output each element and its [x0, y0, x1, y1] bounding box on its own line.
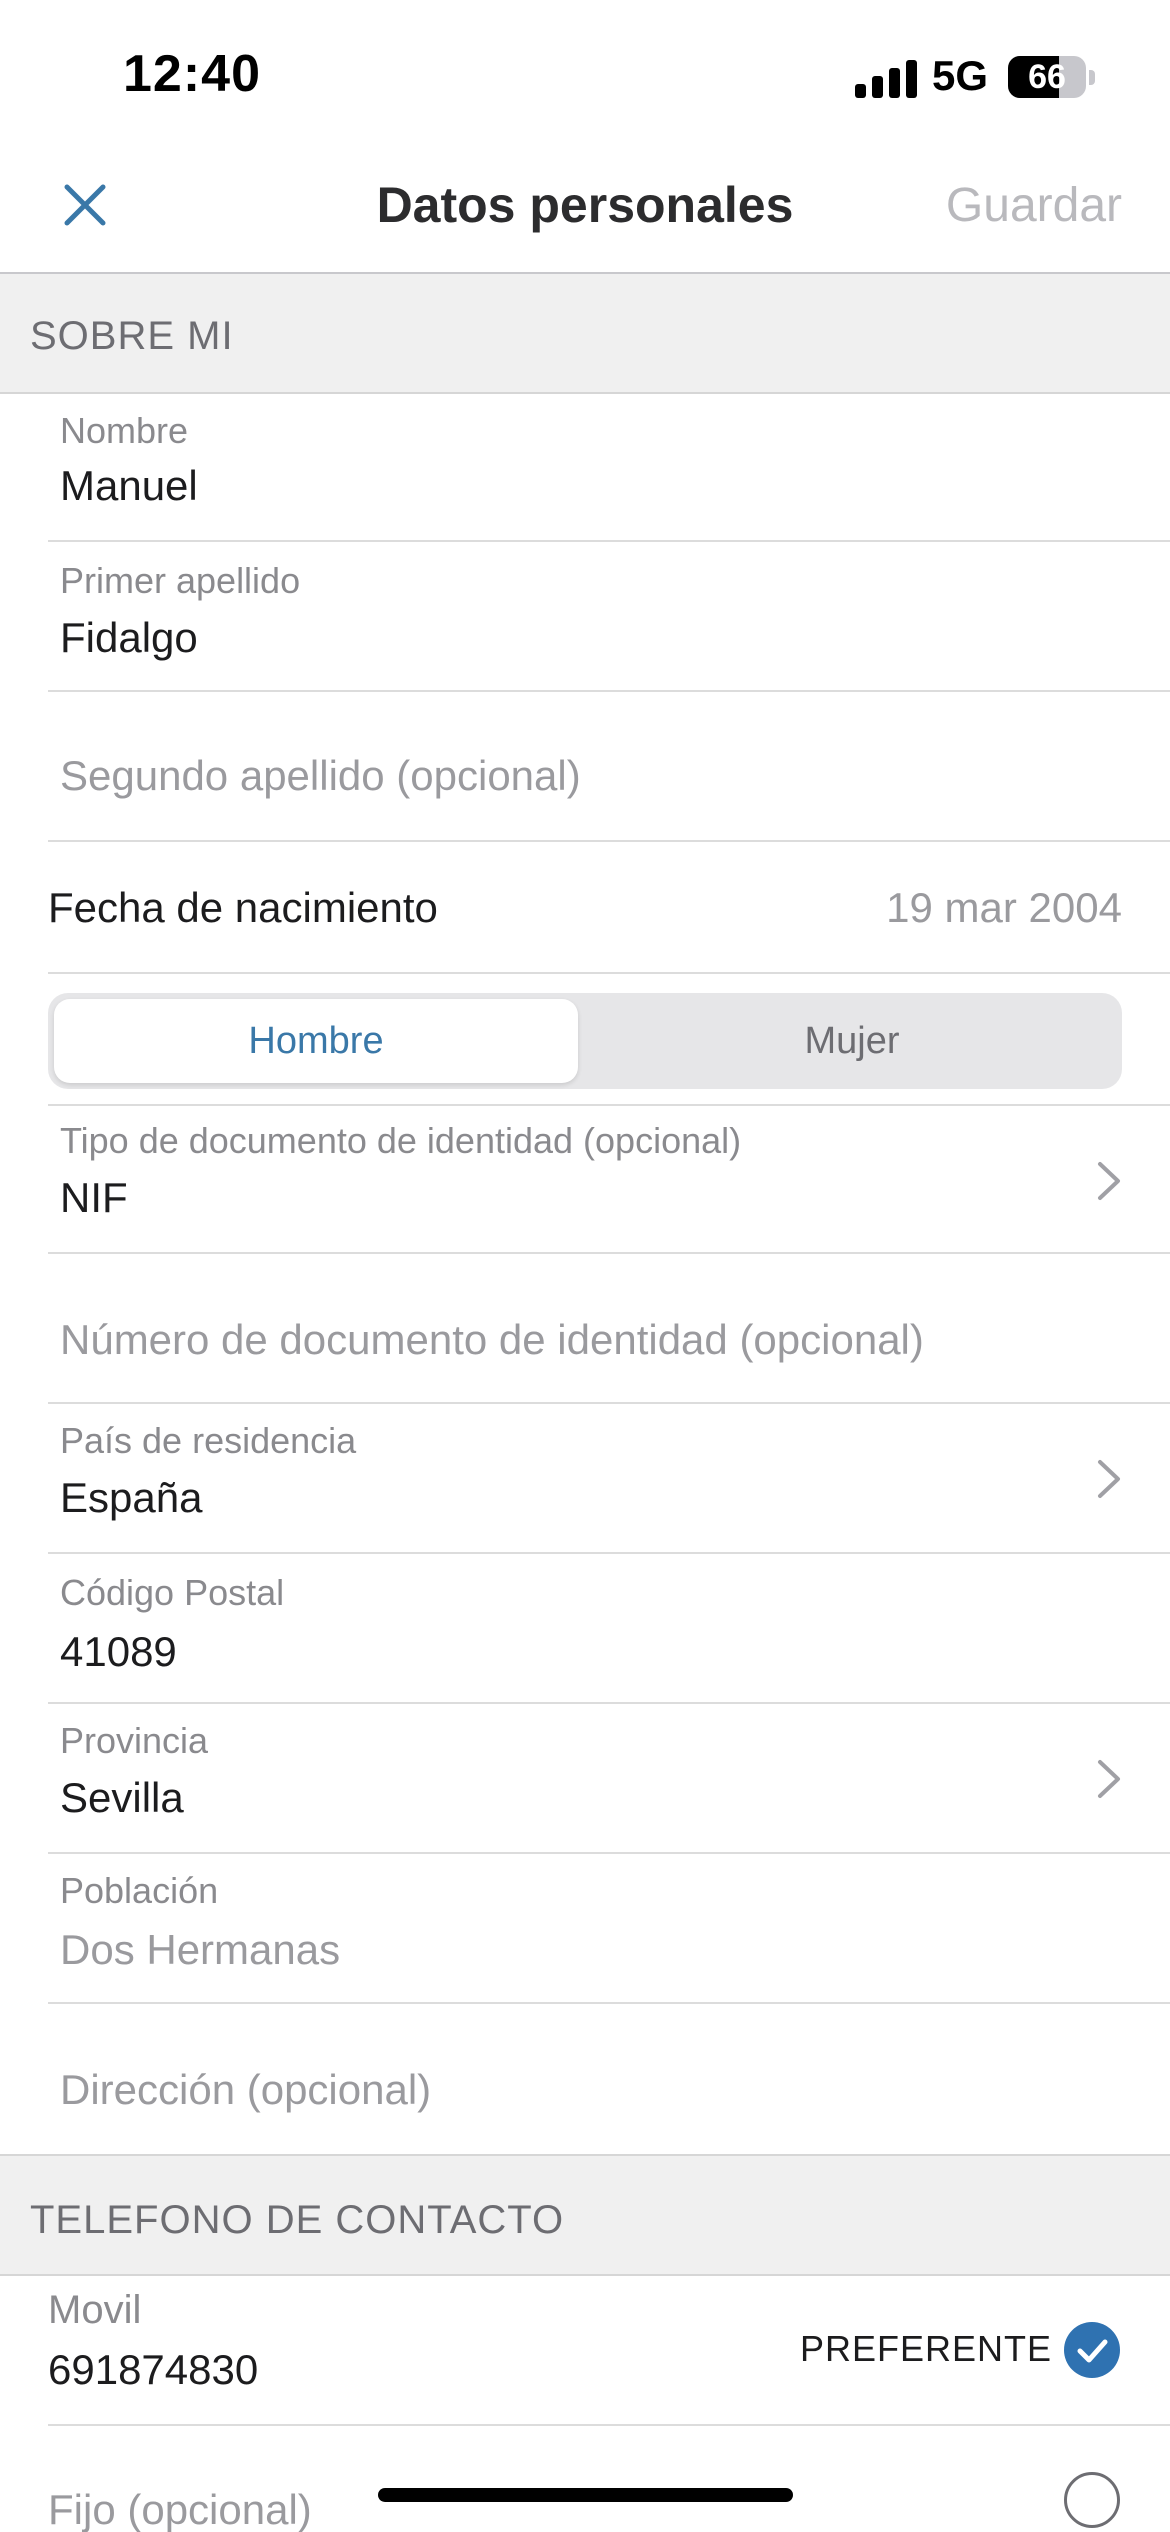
section-title: SOBRE MI	[30, 314, 234, 358]
segundo-apellido-field[interactable]: Segundo apellido (opcional)	[48, 692, 1170, 842]
status-bar: 12:40 5G 66	[0, 0, 1170, 140]
fijo-row[interactable]: Fijo (opcional)	[48, 2426, 1170, 2532]
field-value: 41089	[60, 1628, 177, 1675]
section-title: TELEFONO DE CONTACTO	[30, 2198, 565, 2242]
field-label: Movil	[48, 2288, 142, 2332]
checkmark-icon	[1077, 2339, 1108, 2363]
numero-documento-field[interactable]: Número de documento de identidad (opcion…	[48, 1254, 1170, 1404]
navigation-bar: Datos personales Guardar	[0, 140, 1170, 274]
field-label: Nombre	[60, 410, 189, 451]
personal-data-screen: 12:40 5G 66 Datos personales Guardar SOB…	[0, 0, 1170, 2532]
field-label: Primer apellido	[60, 560, 301, 601]
field-placeholder: Fijo (opcional)	[48, 2486, 312, 2532]
battery-tip	[1089, 70, 1095, 85]
pais-field[interactable]: País de residencia España	[48, 1404, 1170, 1554]
chevron-right-icon	[1094, 1456, 1124, 1502]
segment-hombre[interactable]: Hombre	[54, 999, 578, 1083]
field-value: NIF	[60, 1174, 128, 1221]
chevron-right-icon	[1094, 1158, 1124, 1204]
battery-level: 66	[1028, 58, 1066, 96]
field-value: 691874830	[48, 2346, 259, 2393]
direccion-field[interactable]: Dirección (opcional)	[48, 2004, 1170, 2154]
field-value: 19 mar 2004	[886, 884, 1122, 931]
field-label: Tipo de documento de identidad (opcional…	[60, 1120, 742, 1161]
movil-row[interactable]: Movil 691874830 PREFERENTE	[48, 2276, 1170, 2426]
gender-segmented-control: Hombre Mujer	[48, 993, 1122, 1089]
fecha-nacimiento-row[interactable]: Fecha de nacimiento 19 mar 2004	[48, 842, 1170, 974]
poblacion-field: Población Dos Hermanas	[48, 1854, 1170, 2004]
field-label: País de residencia	[60, 1420, 357, 1461]
field-label: Fecha de nacimiento	[48, 884, 438, 931]
primer-apellido-field[interactable]: Primer apellido Fidalgo	[48, 542, 1170, 692]
preferred-checkbox-checked[interactable]	[1064, 2322, 1120, 2378]
battery-icon: 66	[1008, 56, 1086, 98]
preferred-checkbox-unchecked[interactable]	[1064, 2472, 1120, 2528]
field-value: Manuel	[60, 462, 198, 509]
home-indicator	[378, 2488, 793, 2502]
segment-mujer[interactable]: Mujer	[588, 999, 1116, 1083]
field-value: Dos Hermanas	[60, 1926, 341, 1973]
chevron-right-icon	[1094, 1756, 1124, 1802]
field-label: Población	[60, 1870, 219, 1911]
nombre-field[interactable]: Nombre Manuel	[48, 394, 1170, 542]
field-placeholder: Segundo apellido (opcional)	[60, 752, 581, 799]
section-header-about-me: SOBRE MI	[0, 274, 1170, 394]
save-button[interactable]: Guardar	[946, 178, 1122, 233]
codigo-postal-field[interactable]: Código Postal 41089	[48, 1554, 1170, 1704]
field-label: Provincia	[60, 1720, 209, 1761]
network-type: 5G	[932, 52, 989, 99]
field-value: Fidalgo	[60, 614, 198, 661]
tipo-documento-field[interactable]: Tipo de documento de identidad (opcional…	[48, 1104, 1170, 1254]
status-time: 12:40	[123, 45, 261, 103]
field-value: Sevilla	[60, 1774, 184, 1821]
section-header-phone: TELEFONO DE CONTACTO	[0, 2154, 1170, 2276]
preferred-label: PREFERENTE	[799, 2328, 1052, 2369]
cellular-signal-icon	[855, 58, 919, 98]
field-placeholder: Número de documento de identidad (opcion…	[60, 1316, 924, 1363]
field-label: Código Postal	[60, 1572, 285, 1613]
field-value: España	[60, 1474, 203, 1521]
provincia-field[interactable]: Provincia Sevilla	[48, 1704, 1170, 1854]
field-placeholder: Dirección (opcional)	[60, 2066, 432, 2113]
